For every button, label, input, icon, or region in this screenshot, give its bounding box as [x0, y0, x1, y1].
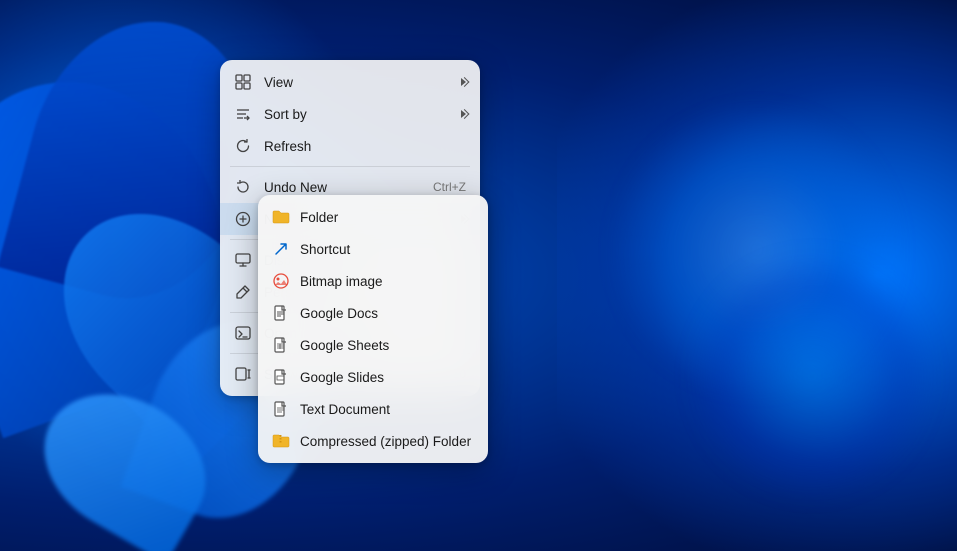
sort-icon: [234, 105, 252, 123]
undo-new-label: Undo New: [264, 180, 421, 195]
personalise-icon: [234, 283, 252, 301]
menu-item-refresh[interactable]: Refresh: [220, 130, 480, 162]
submenu-item-google-docs[interactable]: Google Docs: [258, 297, 488, 329]
google-slides-icon: [272, 368, 290, 386]
google-sheets-label: Google Sheets: [300, 338, 474, 353]
google-slides-label: Google Slides: [300, 370, 474, 385]
sort-by-label: Sort by: [264, 107, 466, 122]
view-label: View: [264, 75, 466, 90]
folder-icon: [272, 208, 290, 226]
shortcut-icon: [272, 240, 290, 258]
bitmap-label: Bitmap image: [300, 274, 474, 289]
google-docs-icon: [272, 304, 290, 322]
text-doc-icon: [272, 400, 290, 418]
terminal-icon: [234, 324, 252, 342]
submenu-item-shortcut[interactable]: Shortcut: [258, 233, 488, 265]
text-document-label: Text Document: [300, 402, 474, 417]
separator-1: [230, 166, 470, 167]
refresh-label: Refresh: [264, 139, 466, 154]
undo-icon: [234, 178, 252, 196]
view-chevron-icon: [461, 78, 466, 86]
display-icon: [234, 251, 252, 269]
new-submenu: Folder Shortcut Bitmap image: [258, 195, 488, 463]
submenu-item-google-sheets[interactable]: Google Sheets: [258, 329, 488, 361]
refresh-icon: [234, 137, 252, 155]
grid-icon: [234, 73, 252, 91]
new-icon: [234, 210, 252, 228]
menu-item-sort-by[interactable]: Sort by: [220, 98, 480, 130]
bitmap-icon: [272, 272, 290, 290]
more-options-icon: [234, 365, 252, 383]
undo-new-shortcut: Ctrl+Z: [433, 180, 466, 194]
submenu-item-folder[interactable]: Folder: [258, 201, 488, 233]
folder-label: Folder: [300, 210, 474, 225]
menu-item-view[interactable]: View: [220, 66, 480, 98]
google-docs-label: Google Docs: [300, 306, 474, 321]
sort-by-chevron-icon: [461, 110, 466, 118]
shortcut-label: Shortcut: [300, 242, 474, 257]
compressed-folder-label: Compressed (zipped) Folder: [300, 434, 474, 449]
zip-folder-icon: [272, 432, 290, 450]
submenu-item-text-document[interactable]: Text Document: [258, 393, 488, 425]
google-sheets-icon: [272, 336, 290, 354]
submenu-item-compressed-folder[interactable]: Compressed (zipped) Folder: [258, 425, 488, 457]
submenu-item-google-slides[interactable]: Google Slides: [258, 361, 488, 393]
submenu-item-bitmap[interactable]: Bitmap image: [258, 265, 488, 297]
